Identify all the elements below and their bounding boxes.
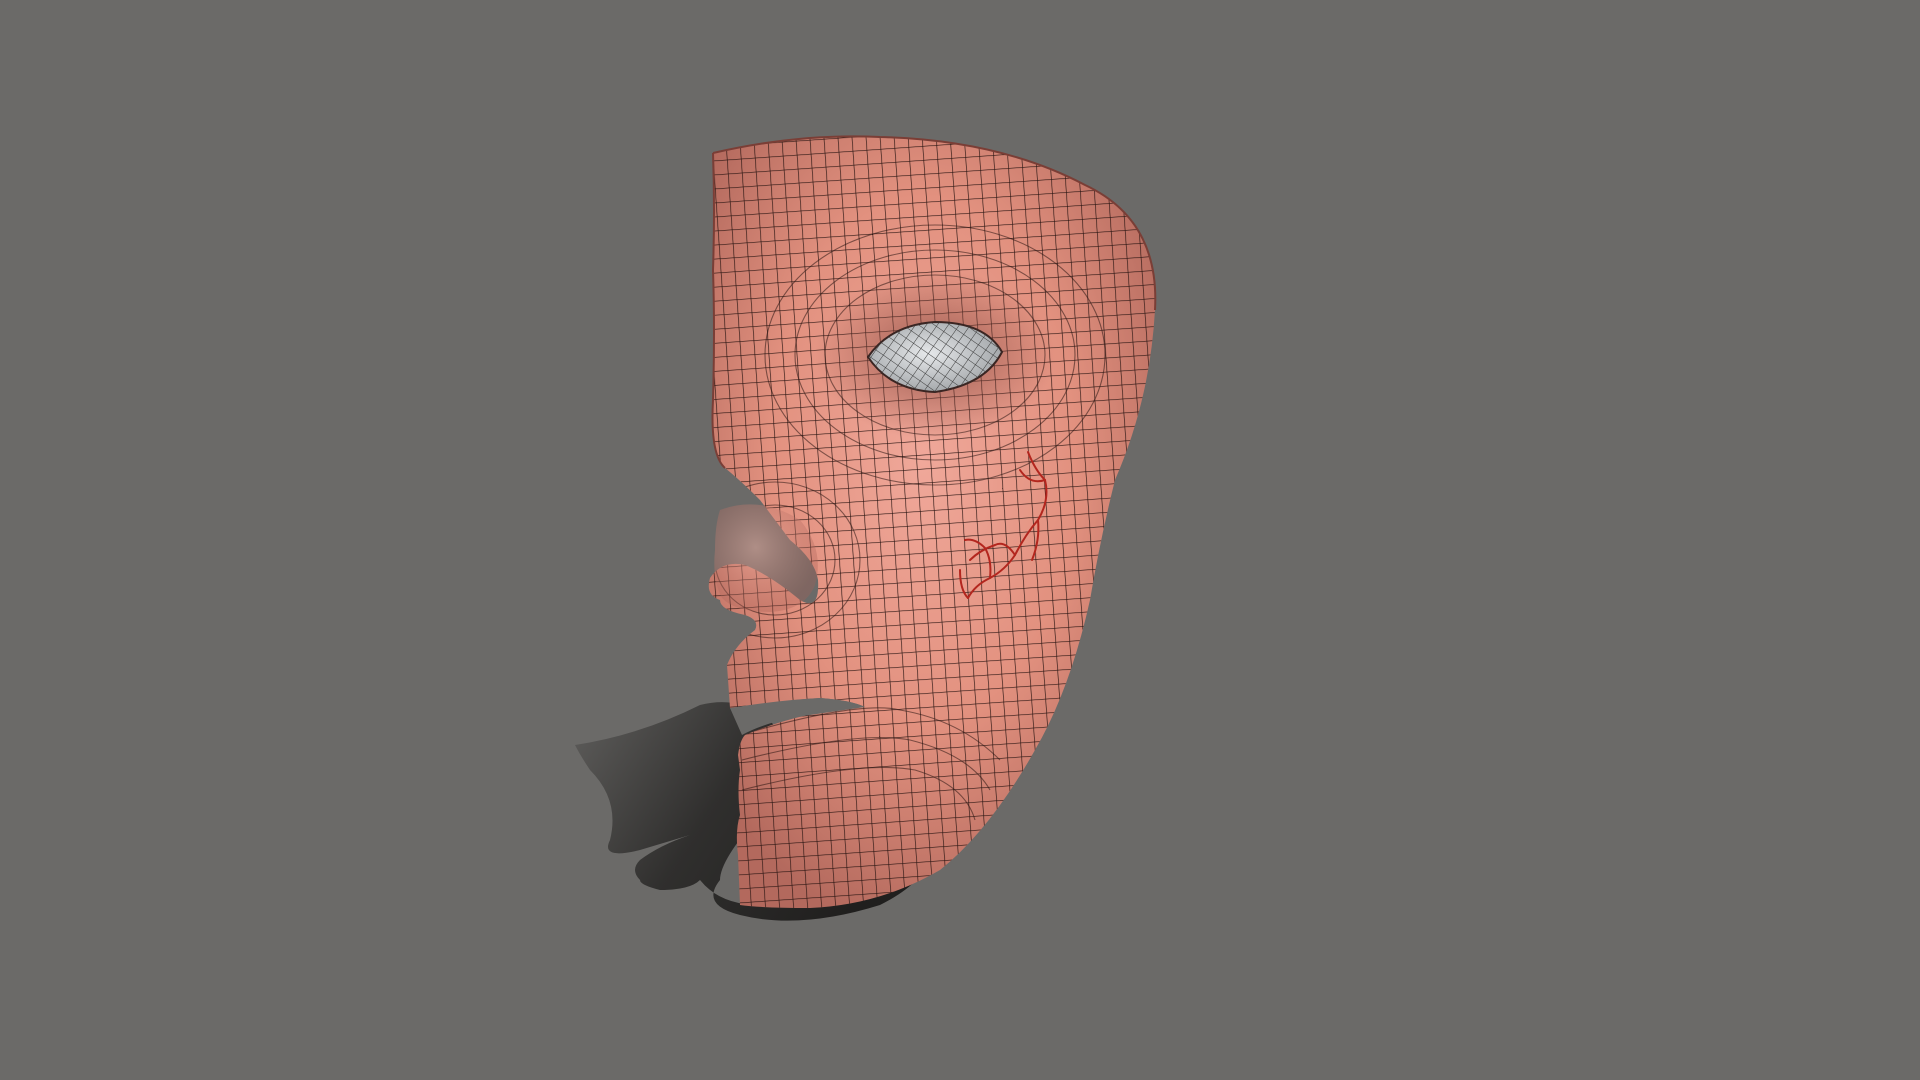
mask-render: [575, 135, 1157, 921]
3d-viewport[interactable]: [0, 0, 1920, 1080]
